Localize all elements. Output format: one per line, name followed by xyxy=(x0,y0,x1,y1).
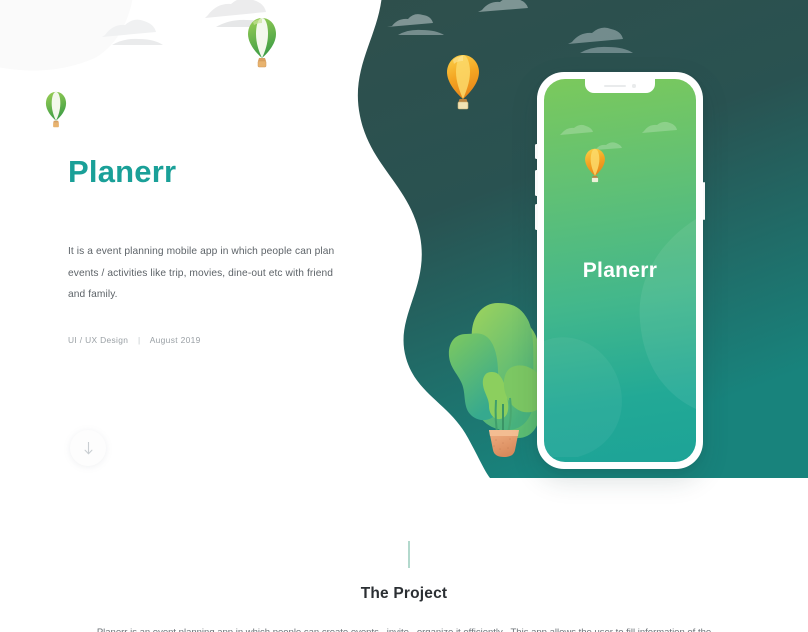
phone-volume-up-button[interactable] xyxy=(535,170,538,196)
scroll-down-button[interactable] xyxy=(70,430,106,466)
arrow-down-icon xyxy=(84,441,92,454)
phone-volume-down-button[interactable] xyxy=(535,204,538,230)
section-divider xyxy=(408,541,410,568)
project-heading: The Project xyxy=(360,585,448,602)
phone-mockup: Planerr xyxy=(535,72,705,469)
front-camera-icon xyxy=(632,84,636,88)
page-root: Planerr It is a event planning mobile ap… xyxy=(0,0,808,632)
hot-air-balloon-icon xyxy=(447,55,479,110)
phone-mute-switch[interactable] xyxy=(535,144,538,159)
phone-notch xyxy=(585,79,655,93)
hero-meta: UI / UX Design | August 2019 xyxy=(68,335,368,345)
hot-air-balloon-icon xyxy=(248,18,276,68)
meta-separator: | xyxy=(137,335,141,346)
phone-screen: Planerr xyxy=(544,79,696,462)
hot-air-balloon-icon xyxy=(45,91,67,128)
hero-copy: Planerr It is a event planning mobile ap… xyxy=(68,154,368,345)
cloud-icon xyxy=(102,0,274,45)
page-title: Planerr xyxy=(68,154,177,189)
cloud-icon xyxy=(387,0,633,53)
hot-air-balloon-icon xyxy=(585,148,605,183)
meta-role: UI / UX Design xyxy=(68,335,129,346)
phone-screen-title: Planerr xyxy=(582,259,658,282)
cloud-icon xyxy=(560,121,677,150)
hero-description: It is a event planning mobile app in whi… xyxy=(68,246,335,300)
phone-power-button[interactable] xyxy=(702,182,705,220)
potted-plant-icon xyxy=(489,430,519,457)
meta-date: August 2019 xyxy=(149,335,201,346)
plant-blob-illustration xyxy=(448,303,546,439)
project-body: Planerr is an event planning app in whic… xyxy=(94,624,714,632)
speaker-slot-icon xyxy=(604,84,627,88)
